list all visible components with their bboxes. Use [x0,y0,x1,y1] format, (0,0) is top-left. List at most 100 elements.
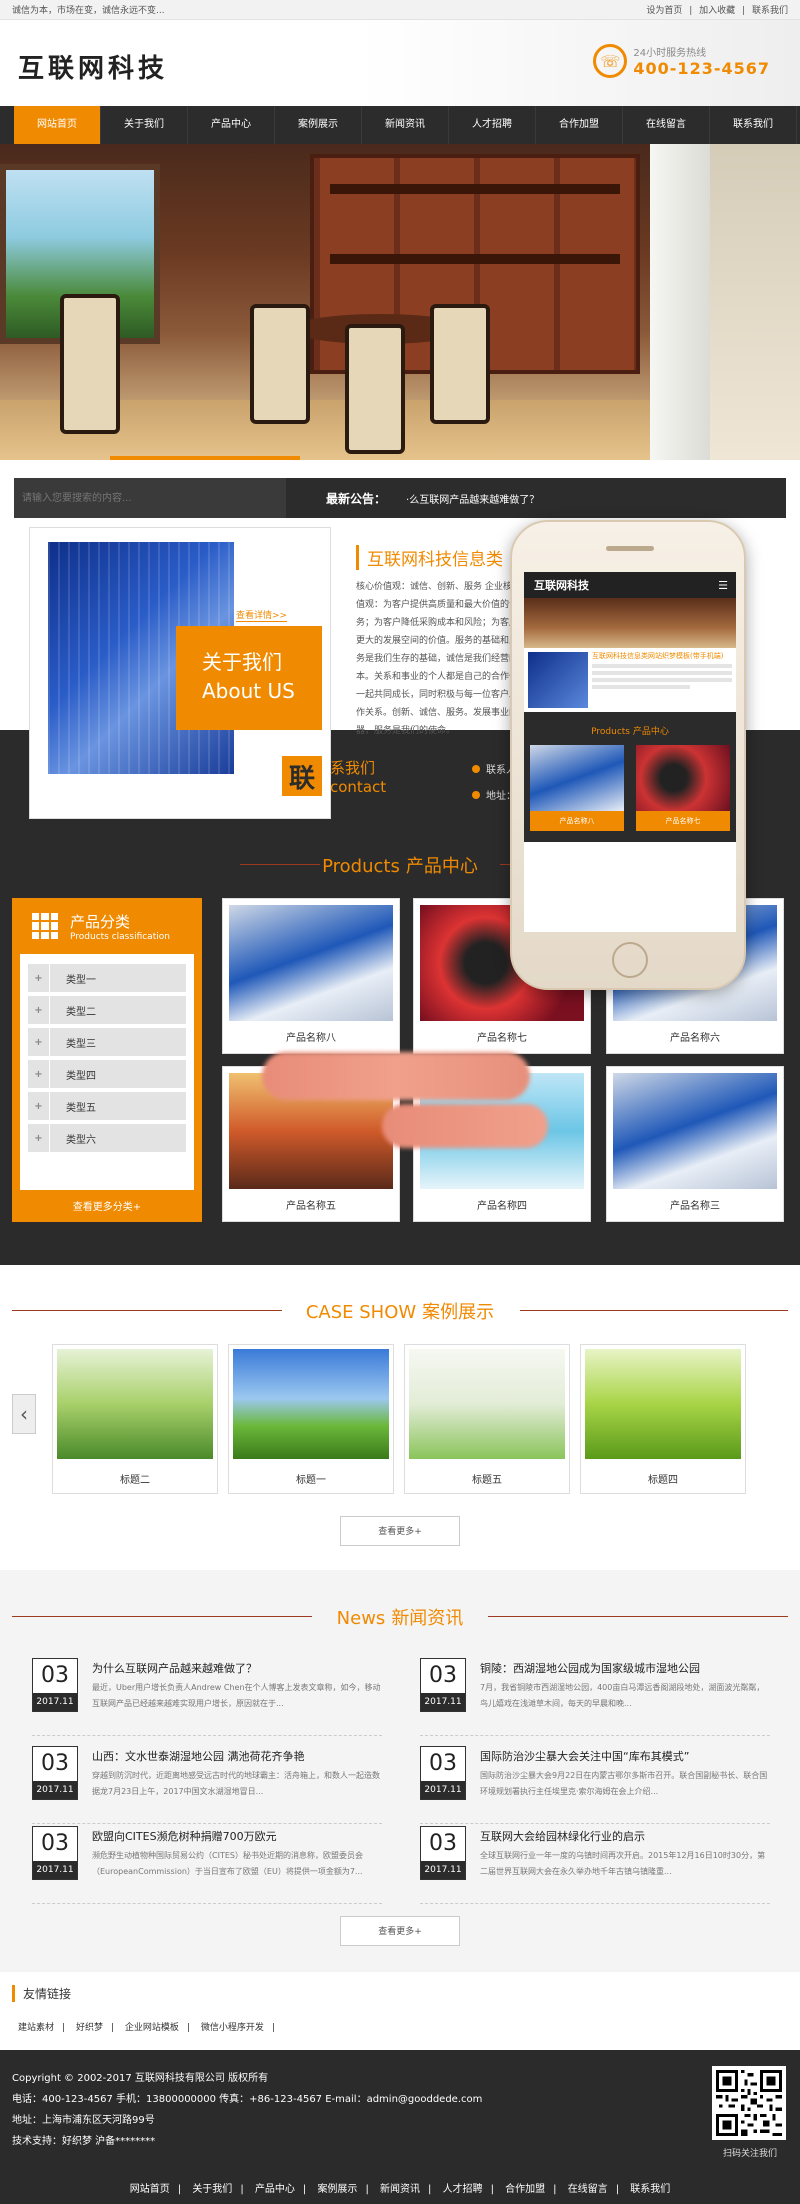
category-label: 类型四 [66,1070,96,1082]
category-item[interactable]: + 类型六 [28,1124,186,1152]
nav-item-contact[interactable]: 联系我们 [710,106,797,144]
friend-links-title: 友情链接 [12,1985,71,2002]
footer: Copyright © 2002-2017 互联网科技有限公司 版权所有 电话：… [0,2050,800,2204]
phone-screen: 互联网科技 ☰ 互联网科技信息类网站织梦模板(带手机端) Products 产品中… [524,572,736,932]
footer-nav-item[interactable]: 人才招聘 [443,2184,483,2195]
nav-item-home[interactable]: 网站首页 [14,106,101,144]
case-card[interactable]: 标题一 [228,1344,394,1494]
case-image [409,1349,565,1459]
about-card[interactable]: 关于我们 About US [176,626,322,730]
cases-more-button[interactable]: 查看更多+ [340,1516,460,1546]
cases-title-cn: 案例展示 [422,1302,495,1323]
footer-nav-item[interactable]: 联系我们 [630,2184,670,2195]
news-item[interactable]: 03 2017.11 国际防治沙尘暴大会关注中国“库布其模式” 国际防治沙尘暴大会… [420,1746,770,1824]
category-item[interactable]: + 类型三 [28,1028,186,1056]
news-item[interactable]: 03 2017.11 为什么互联网产品越来越难做了？ 最近，Uber用户增长负责人… [32,1658,382,1736]
separator: | [689,6,693,16]
divider [12,1616,312,1617]
category-item[interactable]: + 类型一 [28,964,186,992]
contact-subtitle: contact [330,777,387,796]
news-title[interactable]: 铜陵：西湖湿地公园成为国家级城市湿地公园 [480,1660,700,1676]
footer-nav-item[interactable]: 网站首页 [130,2184,170,2195]
friend-link[interactable]: 建站素材 [18,2023,54,2033]
case-image [57,1349,213,1459]
banner-chair [250,304,310,424]
more-categories-link[interactable]: 查看更多分类+ [12,1198,202,1213]
contact-link[interactable]: 联系我们 [752,6,788,16]
nav-item-message[interactable]: 在线留言 [623,106,710,144]
nav-item-about[interactable]: 关于我们 [101,106,188,144]
site-logo[interactable]: 互联网科技 [18,48,168,85]
footer-nav-item[interactable]: 新闻资讯 [380,2184,420,2195]
footer-nav-item[interactable]: 关于我们 [192,2184,232,2195]
footer-nav-item[interactable]: 合作加盟 [505,2184,545,2195]
category-item[interactable]: + 类型二 [28,996,186,1024]
news-title[interactable]: 山西：文水世泰湖湿地公园 满池荷花齐争艳 [92,1748,305,1764]
product-name: 产品名称五 [286,1201,336,1212]
news-month: 2017.11 [33,1693,77,1711]
category-item[interactable]: + 类型四 [28,1060,186,1088]
footer-nav-item[interactable]: 在线留言 [568,2184,608,2195]
cases-heading: CASE SHOW 案例展示 [0,1298,800,1324]
divider [240,864,320,865]
footer-nav-item[interactable]: 产品中心 [255,2184,295,2195]
separator: | [365,2184,369,2195]
main-nav: 网站首页 关于我们 产品中心 案例展示 新闻资讯 人才招聘 合作加盟 在线留言 … [0,106,800,144]
friend-link[interactable]: 微信小程序开发 [201,2023,264,2033]
banner-chair [430,304,490,424]
phone-speaker [606,546,654,551]
news-title[interactable]: 为什么互联网产品越来越难做了？ [92,1660,257,1676]
news-item[interactable]: 03 2017.11 互联网大会给园林绿化行业的启示 全球互联网行业一年一度的乌镇… [420,1826,770,1904]
nav-item-news[interactable]: 新闻资讯 [362,106,449,144]
nav-item-cases[interactable]: 案例展示 [275,106,362,144]
news-item[interactable]: 03 2017.11 欧盟向CITES濒危树种捐赠700万欧元 濒危野生动植物种国… [32,1826,382,1904]
phone-banner [524,598,736,648]
top-links: 设为首页 | 加入收藏 | 联系我们 [642,3,788,16]
nav-item-jobs[interactable]: 人才招聘 [449,106,536,144]
news-heading: News 新闻资讯 [0,1604,800,1630]
separator: | [62,2023,66,2033]
about-detail-link[interactable]: 查看详情>> [236,608,288,622]
news-summary: 穿越到防沉时代，近距离地感受远古时代的地球霸主：活舟箱上，和数人一起造数据龙7月… [92,1771,380,1796]
case-card[interactable]: 标题五 [404,1344,570,1494]
plus-icon: + [28,1060,50,1088]
news-title[interactable]: 互联网大会给园林绿化行业的启示 [480,1828,645,1844]
category-item[interactable]: + 类型五 [28,1092,186,1120]
footer-nav-item[interactable]: 案例展示 [317,2184,357,2195]
news-summary: 国际防治沙尘暴大会9月22日在内蒙古鄂尔多斯市召开。联合国副秘书长、联合国环境规… [480,1771,768,1796]
search-input[interactable] [14,478,286,518]
set-homepage-link[interactable]: 设为首页 [646,6,682,16]
product-name: 产品名称三 [670,1201,720,1212]
product-card[interactable]: 产品名称八 [222,898,400,1054]
news-date: 03 2017.11 [32,1826,78,1880]
news-title-cn: 新闻资讯 [391,1608,464,1629]
friend-link[interactable]: 好织梦 [76,2023,103,2033]
case-card[interactable]: 标题四 [580,1344,746,1494]
category-title: 产品分类 [70,912,131,931]
news-item[interactable]: 03 2017.11 铜陵：西湖湿地公园成为国家级城市湿地公园 7月，我省铜陵市西… [420,1658,770,1736]
product-card[interactable]: 产品名称三 [606,1066,784,1222]
add-favorite-link[interactable]: 加入收藏 [699,6,735,16]
qr-code [712,2066,786,2140]
hero-banner[interactable] [0,144,800,460]
friend-link[interactable]: 企业网站模板 [125,2023,179,2033]
category-label: 类型二 [66,1006,96,1018]
case-label: 标题一 [296,1475,326,1486]
notice-text[interactable]: ·么互联网产品越来越难做了？ [406,491,539,506]
nav-item-products[interactable]: 产品中心 [188,106,275,144]
news-title[interactable]: 欧盟向CITES濒危树种捐赠700万欧元 [92,1828,277,1844]
notice-label: 最新公告： [326,491,387,506]
news-day: 03 [41,1663,69,1688]
news-item[interactable]: 03 2017.11 山西：文水世泰湖湿地公园 满池荷花齐争艳 穿越到防沉时代，近… [32,1746,382,1824]
product-name: 产品名称八 [286,1033,336,1044]
chevron-left-icon[interactable]: ‹ [12,1394,36,1434]
case-card[interactable]: 标题二 [52,1344,218,1494]
divider [520,1310,788,1311]
nav-item-partner[interactable]: 合作加盟 [536,106,623,144]
separator: | [110,2023,114,2033]
news-more-button[interactable]: 查看更多+ [340,1916,460,1946]
product-name: 产品名称七 [477,1033,527,1044]
news-title[interactable]: 国际防治沙尘暴大会关注中国“库布其模式” [480,1748,689,1764]
news-summary: 全球互联网行业一年一度的乌镇时间再次开启。2015年12月16日10时30分，第… [480,1851,766,1876]
products-title-en: Products [322,856,400,877]
